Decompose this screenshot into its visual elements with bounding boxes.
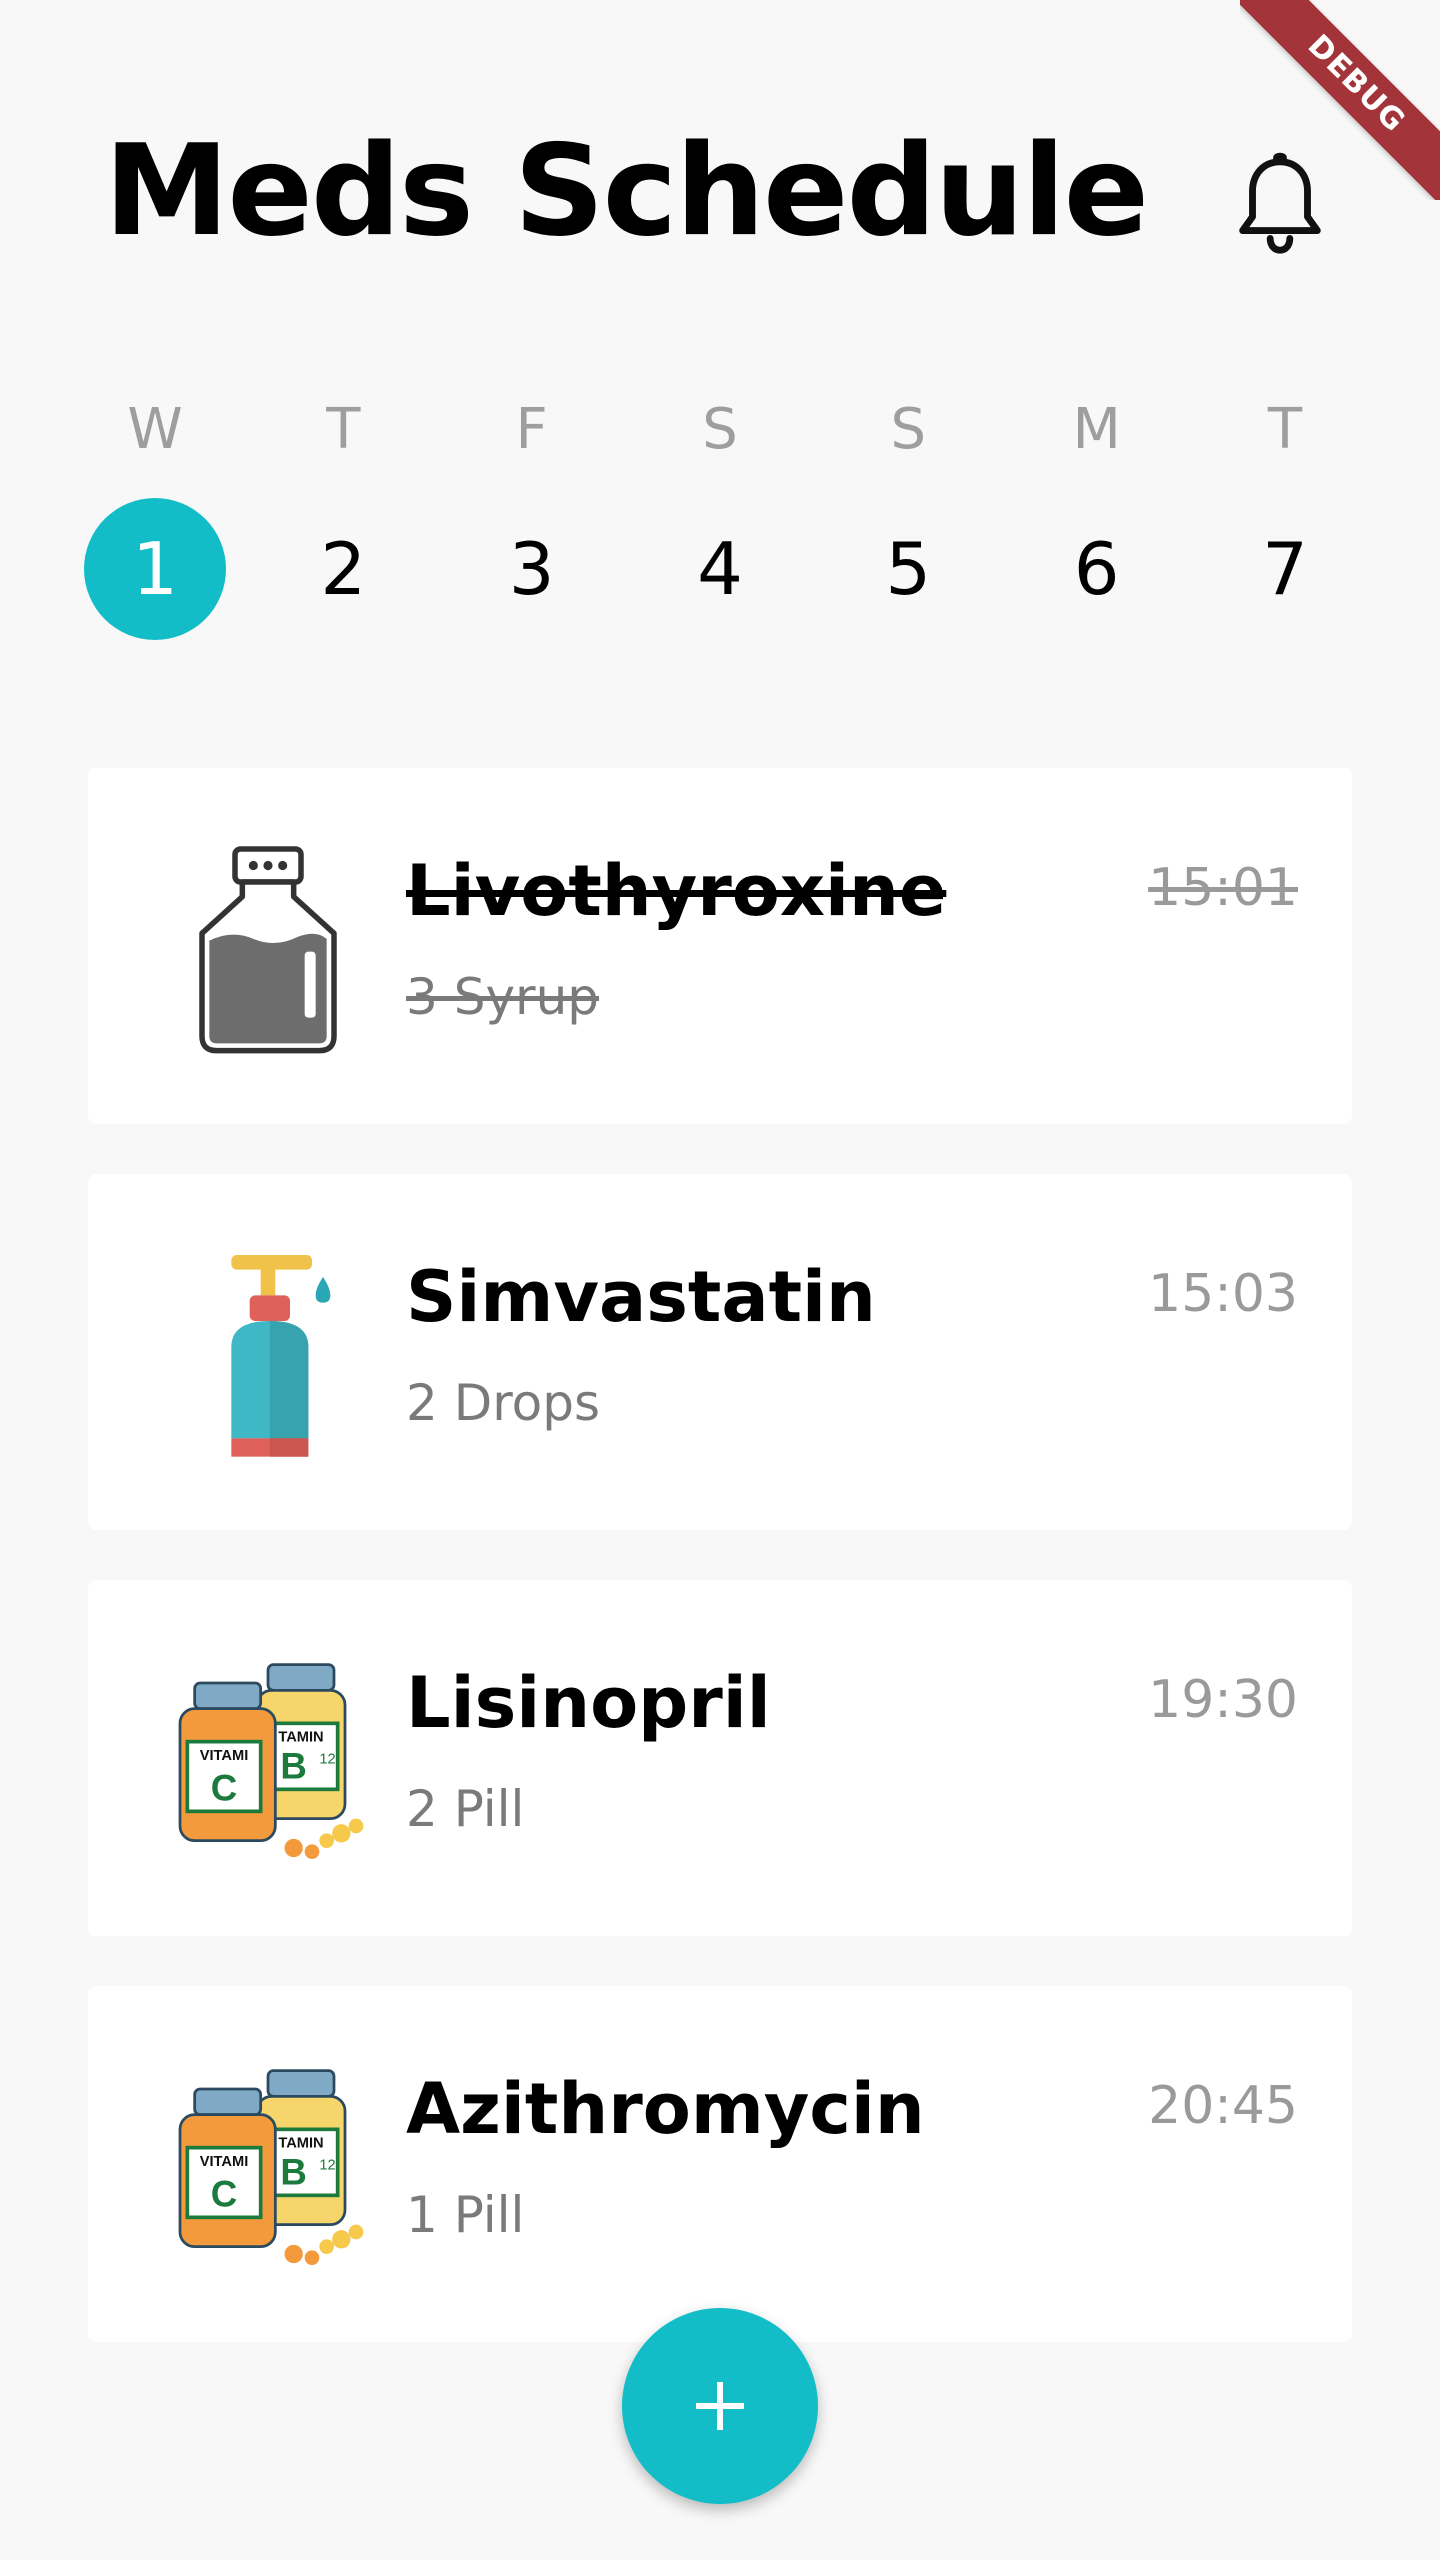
date-item-selected[interactable]: 1: [84, 498, 226, 640]
svg-text:12: 12: [319, 2158, 335, 2174]
date-item[interactable]: 6: [1026, 498, 1168, 640]
weekday-label: T: [1267, 397, 1303, 462]
date-item[interactable]: 2: [272, 498, 414, 640]
med-time: 15:03: [1148, 1264, 1298, 1324]
dropper-bottle-icon: [148, 1244, 388, 1464]
syrup-bottle-icon: [148, 838, 388, 1058]
med-dose: 2 Drops: [406, 1374, 601, 1432]
svg-text:VITAMI: VITAMI: [200, 2154, 249, 2170]
med-dose: 3 Syrup: [406, 968, 600, 1026]
svg-text:C: C: [211, 1767, 237, 1808]
med-name: Azithromycin: [406, 2068, 925, 2150]
med-name: Livothyroxine: [406, 850, 947, 932]
plus-icon: [696, 2382, 744, 2430]
date-item[interactable]: 5: [837, 498, 979, 640]
med-dose: 1 Pill: [406, 2186, 525, 2244]
date-row: 1 2 3 4 5 6 7: [84, 498, 1356, 640]
svg-text:B: B: [280, 1745, 306, 1786]
svg-text:TAMIN: TAMIN: [278, 2136, 323, 2152]
med-card[interactable]: Simvastatin 2 Drops 15:03: [88, 1174, 1352, 1530]
svg-text:C: C: [211, 2173, 237, 2214]
med-name: Lisinopril: [406, 1662, 771, 1744]
svg-text:12: 12: [319, 1752, 335, 1768]
med-card[interactable]: Livothyroxine 3 Syrup 15:01: [88, 768, 1352, 1124]
add-med-button[interactable]: [622, 2308, 818, 2504]
med-card[interactable]: TAMIN B 12 VITAMI C Lisinopril 2 Pill 19…: [88, 1580, 1352, 1936]
svg-text:TAMIN: TAMIN: [278, 1730, 323, 1746]
svg-text:B: B: [280, 2151, 306, 2192]
med-time: 20:45: [1148, 2076, 1298, 2136]
weekday-label: W: [127, 397, 183, 462]
vitamin-pill-bottles-icon: TAMIN B 12 VITAMI C: [148, 2056, 388, 2276]
weekday-label: F: [515, 397, 548, 462]
page-title: Meds Schedule: [104, 117, 1149, 264]
bell-icon[interactable]: [1232, 150, 1328, 260]
med-name: Simvastatin: [406, 1256, 876, 1338]
weekday-label: T: [326, 397, 361, 462]
med-card[interactable]: TAMIN B 12 VITAMI C Azithromycin 1 Pill …: [88, 1986, 1352, 2342]
weekday-row: W T F S S M T: [84, 390, 1356, 470]
weekday-label: M: [1072, 397, 1121, 462]
weekday-label: S: [702, 397, 738, 462]
date-item[interactable]: 4: [649, 498, 791, 640]
date-item[interactable]: 7: [1214, 498, 1356, 640]
weekday-label: S: [890, 397, 927, 462]
med-time: 19:30: [1148, 1670, 1298, 1730]
vitamin-pill-bottles-icon: TAMIN B 12 VITAMI C: [148, 1650, 388, 1870]
date-item[interactable]: 3: [461, 498, 603, 640]
svg-text:VITAMI: VITAMI: [200, 1748, 249, 1764]
med-dose: 2 Pill: [406, 1780, 525, 1838]
med-time: 15:01: [1148, 858, 1298, 918]
